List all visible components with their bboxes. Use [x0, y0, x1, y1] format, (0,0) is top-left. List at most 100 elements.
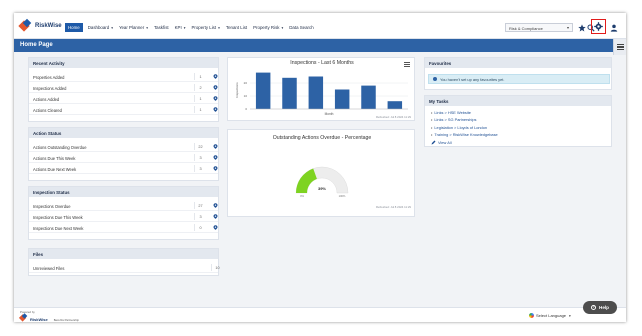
menu-icon[interactable] — [613, 39, 626, 55]
status-row-count: 2 — [194, 84, 206, 91]
panel-title: Files — [29, 249, 218, 259]
status-row-label: Inspections Due Next Week — [33, 225, 84, 231]
action-status-panel: Action Status Actions Outstanding Overdu… — [28, 127, 219, 181]
status-row-count: 3 — [194, 213, 206, 220]
client-select[interactable]: Risk & Compliance ▾ — [505, 23, 573, 32]
y-axis-label: Inspections — [235, 82, 239, 98]
status-row-count: 0 — [194, 224, 206, 231]
status-row[interactable]: Inspections Added 2 — [29, 82, 218, 93]
footer-logo: RiskWise Best-fits Partnership — [18, 313, 79, 322]
nav-item-data-search[interactable]: Data Search — [289, 25, 313, 30]
map-pin-icon[interactable] — [213, 214, 218, 219]
status-row-count: 1 — [194, 95, 206, 102]
status-row-label: Actions Due This Week — [33, 155, 76, 161]
nav-item-property-risk[interactable]: Property Risk ▾ — [253, 25, 283, 30]
chevron-down-icon: ▾ — [569, 313, 571, 318]
status-row[interactable]: Actions Outstanding Overdue 22 — [29, 141, 218, 152]
nav-item-kpi[interactable]: KPI ▾ — [175, 25, 186, 30]
nav-item-year-planner[interactable]: Year Planner ▾ — [119, 25, 148, 30]
overdue-gauge-panel: Outstanding Actions Overdue - Percentage… — [227, 129, 415, 217]
nav-item-label: Property Risk — [253, 25, 280, 30]
nav-item-label: Dashboard — [87, 25, 110, 30]
status-row[interactable]: Actions Added 1 — [29, 93, 218, 104]
riskwise-logo[interactable]: RiskWise — [18, 18, 62, 32]
favourites-message: You haven't set up any favourites yet. — [440, 76, 505, 82]
nav-item-dashboard[interactable]: Dashboard ▾ — [88, 25, 113, 30]
main-nav: Home Dashboard ▾ Year Planner ▾ Taskfist KPI ▾ P… — [65, 23, 320, 32]
gauge-max-label: 100% — [339, 194, 346, 198]
y-tick-label: 10 — [244, 94, 248, 98]
map-pin-icon[interactable] — [213, 166, 218, 171]
view-all-link[interactable]: View All — [431, 140, 611, 145]
logo-text: RiskWise — [35, 22, 62, 29]
status-row-label: Inspections Due This Week — [33, 214, 83, 220]
task-link-label: Training > RiskWise Knowledgebase — [434, 131, 498, 137]
favourites-info-alert: You haven't set up any favourites yet. — [428, 74, 610, 84]
status-row-count: 1 — [194, 73, 206, 80]
gauge-value: 39% — [318, 186, 326, 191]
task-link[interactable]: • Links > SG Partnerships — [431, 117, 611, 122]
nav-item-label: KPI — [174, 25, 182, 30]
map-pin-icon[interactable] — [213, 85, 218, 90]
y-tick-label: 0 — [245, 107, 247, 111]
language-select[interactable]: Select Language ▾ — [529, 313, 571, 318]
status-row[interactable]: Inspections Due Next Week 0 — [29, 222, 218, 233]
status-rows: Properties Added 1 Inspections Added 2 Actio… — [29, 68, 218, 115]
map-pin-icon[interactable] — [213, 155, 218, 160]
chart-refreshed-text: Refreshed: Jul 8 2024 11:29 — [376, 115, 411, 119]
bar — [282, 77, 297, 109]
task-link[interactable]: • Links > HSE Website — [431, 110, 611, 115]
bar — [308, 76, 324, 109]
nav-item-property-list[interactable]: Property List ▾ — [191, 25, 219, 30]
panel-title: Recent Activity — [29, 58, 218, 68]
task-list: • Links > HSE Website • Links > SG Partners… — [425, 106, 611, 137]
task-link[interactable]: • Legislation > Lloyds of London — [431, 125, 611, 130]
view-all-label: View All — [438, 139, 452, 145]
bullet-icon: • — [431, 131, 433, 137]
help-button[interactable]: ? Help — [583, 301, 617, 314]
nav-item-label: Data Search — [289, 25, 314, 30]
panel-title: My Tasks — [425, 96, 611, 106]
app-window: RiskWise Home Dashboard ▾ Year Planner ▾ Task… — [14, 13, 626, 322]
gear-icon[interactable] — [594, 22, 603, 31]
status-row[interactable]: Actions Due Next Week 3 — [29, 163, 218, 174]
map-pin-icon[interactable] — [213, 144, 218, 149]
map-pin-icon[interactable] — [213, 203, 218, 208]
status-row[interactable]: Actions Cleared 1 — [29, 104, 218, 115]
bar — [387, 101, 403, 109]
nav-item-taskfist[interactable]: Taskfist — [154, 25, 169, 30]
footer-logo-text: RiskWise — [30, 317, 48, 322]
status-row[interactable]: Properties Added 1 — [29, 71, 218, 82]
footer-tagline: Best-fits Partnership — [53, 317, 79, 322]
nav-item-home[interactable]: Home — [65, 23, 83, 32]
user-icon[interactable] — [609, 23, 618, 32]
status-row[interactable]: Actions Due This Week 3 — [29, 152, 218, 163]
pencil-icon — [431, 140, 436, 145]
bar — [361, 85, 376, 109]
page-title: Home Page — [20, 42, 53, 48]
task-link-label: Legislation > Lloyds of London — [434, 124, 488, 130]
footer: Powered by RiskWise Best-fits Partnershi… — [14, 307, 626, 322]
bar — [334, 89, 350, 109]
status-row[interactable]: Unreviewed Files 10 — [29, 262, 220, 273]
files-panel: Files Unreviewed Files 10 — [28, 248, 220, 276]
status-row-count: 22 — [194, 143, 206, 150]
status-row-label: Actions Added — [33, 96, 60, 102]
status-row[interactable]: Inspections Overdue 27 — [29, 200, 218, 211]
status-row[interactable]: Inspections Due This Week 3 — [29, 211, 218, 222]
status-row-count: 27 — [194, 202, 206, 209]
gauge-fill — [296, 168, 317, 193]
status-row-label: Inspections Overdue — [33, 203, 71, 209]
map-pin-icon[interactable] — [213, 225, 218, 230]
chevron-down-icon: ▾ — [146, 25, 148, 30]
panel-title: Action Status — [29, 128, 218, 138]
map-pin-icon[interactable] — [213, 107, 218, 112]
map-pin-icon[interactable] — [213, 96, 218, 101]
star-icon[interactable] — [577, 23, 586, 32]
map-pin-icon[interactable] — [213, 74, 218, 79]
task-link[interactable]: • Training > RiskWise Knowledgebase — [431, 132, 611, 137]
language-label: Select Language — [536, 313, 567, 318]
task-link-label: Links > HSE Website — [434, 110, 471, 116]
status-rows: Unreviewed Files 10 — [29, 259, 220, 273]
nav-item-tenant-list[interactable]: Tenant List — [226, 25, 247, 30]
